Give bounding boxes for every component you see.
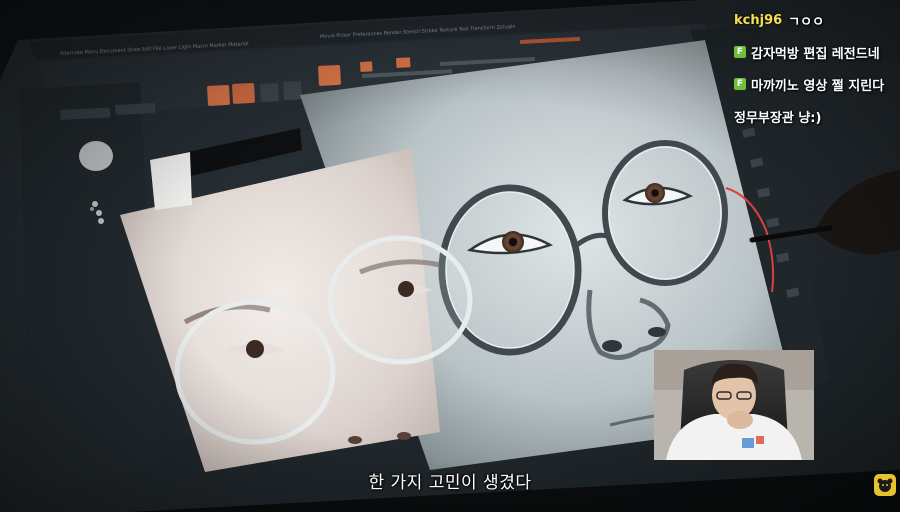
- live-chat: kchj96 ㄱㅇㅇ F 감자먹방 편집 레전드네 F 마까끼노 영상 쩔 지린…: [734, 10, 900, 138]
- chat-text: 마까끼노 영상 쩔 지린다: [751, 78, 885, 94]
- video-subtitle: 한 가지 고민이 생겼다: [368, 473, 532, 493]
- chat-text: 정무부장관 냥:): [734, 110, 822, 126]
- video-frame: Alternate Menu Document Draw Edit File L…: [0, 0, 900, 512]
- fan-badge-icon: F: [734, 46, 746, 58]
- fan-badge-icon: F: [734, 78, 746, 90]
- channel-logo-icon: [874, 474, 896, 496]
- chat-text: ㄱㅇㅇ: [788, 14, 825, 30]
- chat-message: F 감자먹방 편집 레전드네: [734, 42, 900, 62]
- chat-username: kchj96: [734, 12, 783, 28]
- chat-text: 감자먹방 편집 레전드네: [751, 46, 880, 62]
- chat-message: 정무부장관 냥:): [734, 106, 900, 126]
- webcam-overlay: [654, 350, 814, 460]
- chat-message: F 마까끼노 영상 쩔 지린다: [734, 74, 900, 94]
- chat-message: kchj96 ㄱㅇㅇ: [734, 10, 900, 30]
